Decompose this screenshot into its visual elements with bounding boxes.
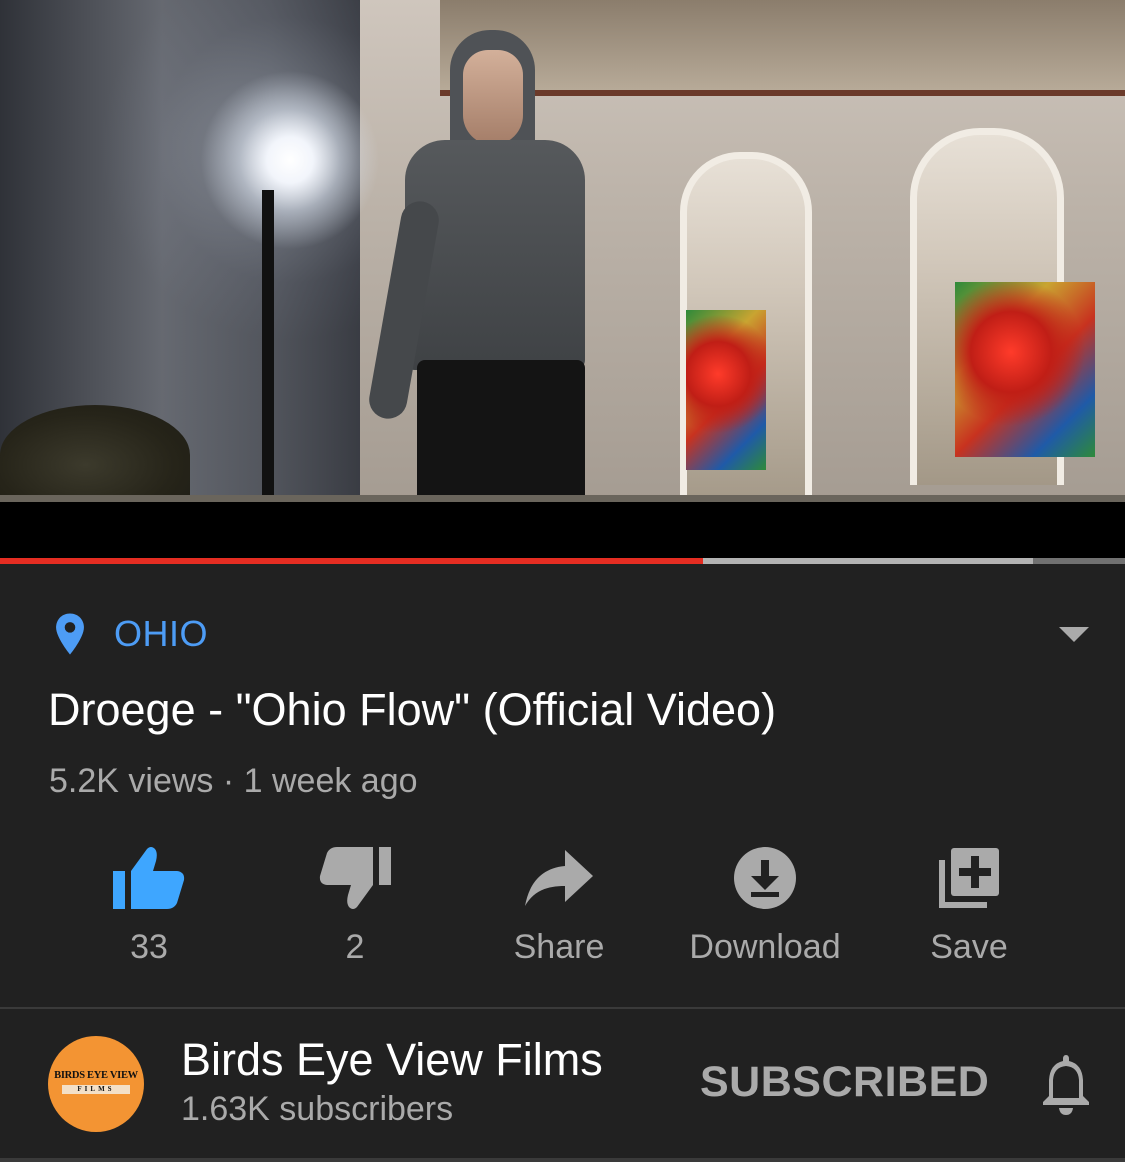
share-icon bbox=[525, 850, 593, 906]
location-label[interactable]: OHIO bbox=[114, 613, 208, 655]
location-pin-icon bbox=[56, 613, 84, 655]
avatar-logo-text: BIRDS EYE VIEW bbox=[54, 1070, 138, 1081]
chevron-down-icon[interactable] bbox=[1058, 626, 1090, 644]
like-button[interactable]: 33 bbox=[49, 840, 249, 967]
location-tag[interactable]: OHIO bbox=[52, 612, 208, 656]
channel-name[interactable]: Birds Eye View Films bbox=[181, 1034, 603, 1086]
share-label: Share bbox=[513, 928, 605, 966]
bottom-divider bbox=[0, 1158, 1125, 1162]
section-divider bbox=[0, 1007, 1125, 1009]
avatar-logo-subtext: FILMS bbox=[62, 1085, 130, 1094]
download-button[interactable]: Download bbox=[665, 840, 865, 967]
subscriber-count: 1.63K subscribers bbox=[181, 1090, 454, 1128]
video-scene-stained-glass bbox=[686, 310, 766, 470]
video-scene-bush bbox=[0, 405, 190, 502]
save-button[interactable]: Save bbox=[869, 840, 1069, 967]
video-title: Droege - "Ohio Flow" (Official Video) bbox=[48, 684, 777, 735]
video-scene-lamp-pole bbox=[262, 190, 274, 500]
video-progress-bar[interactable] bbox=[0, 558, 1125, 564]
thumbs-up-icon bbox=[113, 847, 185, 909]
video-scene-lamp-light bbox=[200, 70, 380, 250]
video-meta: 5.2K views · 1 week ago bbox=[49, 762, 418, 800]
like-count: 33 bbox=[130, 928, 168, 966]
subscribed-button[interactable]: SUBSCRIBED bbox=[700, 1058, 989, 1107]
progress-played bbox=[0, 558, 704, 564]
video-scene-stained-glass bbox=[955, 282, 1095, 457]
video-player[interactable] bbox=[0, 0, 1125, 502]
share-button[interactable]: Share bbox=[459, 840, 659, 967]
video-letterbox bbox=[0, 502, 1125, 558]
add-to-playlist-icon bbox=[939, 848, 999, 908]
dislike-count: 2 bbox=[345, 928, 365, 966]
video-scene-ground bbox=[0, 495, 1125, 502]
video-scene-performer bbox=[366, 30, 585, 502]
dislike-button[interactable]: 2 bbox=[255, 840, 455, 967]
download-label: Download bbox=[689, 928, 841, 966]
bell-icon[interactable] bbox=[1038, 1052, 1094, 1116]
save-label: Save bbox=[930, 928, 1008, 966]
channel-avatar[interactable]: BIRDS EYE VIEW FILMS bbox=[48, 1036, 144, 1132]
thumbs-down-icon bbox=[319, 847, 391, 909]
download-icon bbox=[734, 847, 796, 909]
